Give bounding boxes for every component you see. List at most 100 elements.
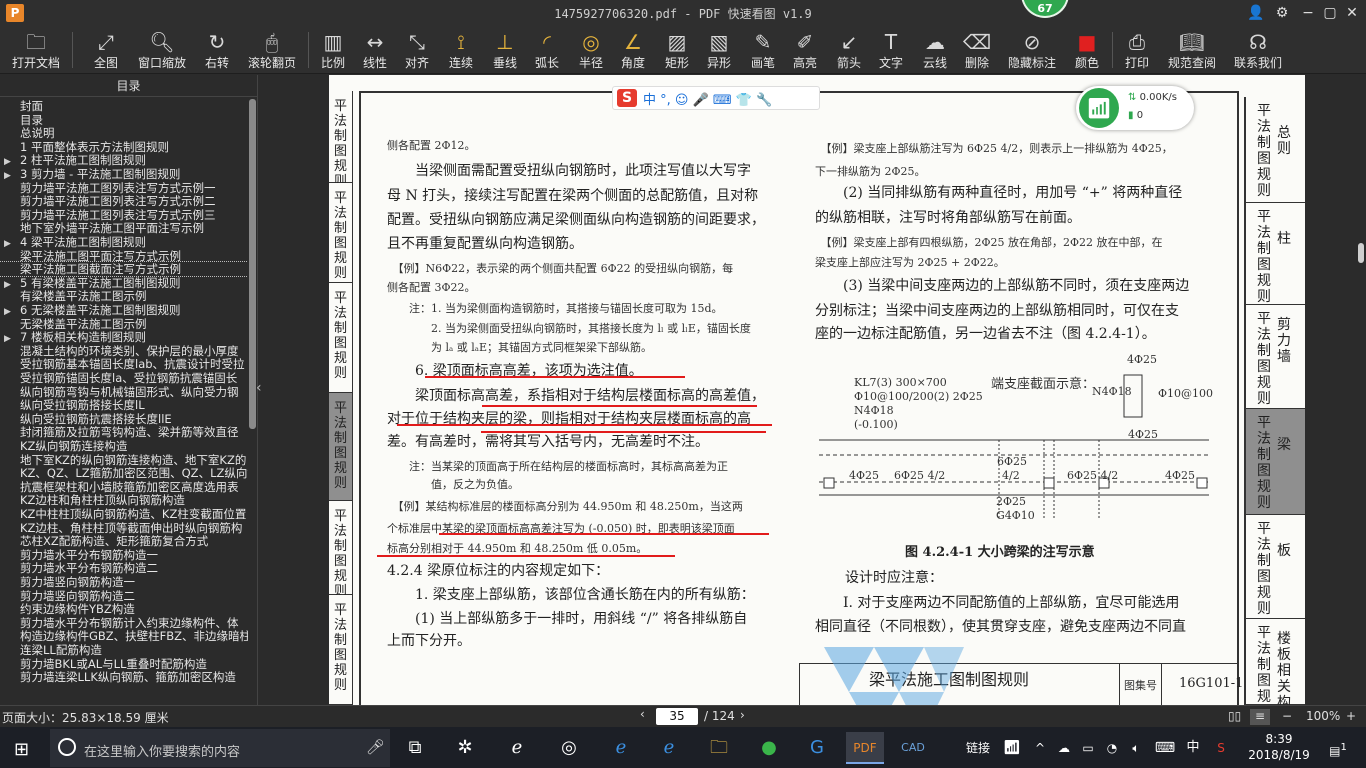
toc-item[interactable]: KZ边柱、角柱柱顶等截面伸出时纵向钢筋构 — [0, 521, 248, 535]
toc-item[interactable]: ▶ 2 柱平法施工图制图规则 — [0, 153, 248, 167]
toc-item[interactable]: 剪力墙竖向钢筋构造二 — [0, 589, 248, 603]
chat-app-icon[interactable]: ◎ — [550, 732, 588, 764]
toc-item[interactable]: 约束边缘构件YBZ构造 — [0, 602, 248, 616]
toc-item[interactable]: 1 平面整体表示方法制图规则 — [0, 140, 248, 154]
ie-browser-icon[interactable]: ℯ — [498, 732, 536, 764]
toc-item[interactable]: 地下室KZ的纵向钢筋连接构造、地下室KZ的 — [0, 453, 248, 467]
toc-item[interactable]: 梁平法施工图平面注写方式示例 — [0, 249, 248, 263]
sidebar-scroll-thumb[interactable] — [249, 99, 256, 429]
toc-item[interactable]: 剪力墙水平分布钢筋构造一 — [0, 548, 248, 562]
arc-length-button[interactable]: ◜ 弧长 — [532, 28, 562, 72]
rotate-right-button[interactable]: ↻ 右转 — [200, 28, 234, 72]
perpendicular-button[interactable]: ⊥ 垂线 — [490, 28, 520, 72]
expand-arrow-icon[interactable]: ▶ — [4, 332, 14, 344]
keyboard-icon[interactable]: ⌨ — [1150, 732, 1180, 764]
taskbar-clock[interactable]: 8:39 2018/8/19 — [1240, 731, 1318, 763]
toc-item[interactable]: KZ纵向钢筋连接构造 — [0, 439, 248, 453]
pinwheel-app-icon[interactable]: ✲ — [446, 732, 484, 764]
expand-arrow-icon[interactable]: ▶ — [4, 305, 14, 317]
ime-language-indicator[interactable]: 中 — [1180, 732, 1206, 764]
cad-app-icon[interactable]: CAD — [894, 732, 932, 764]
toc-item[interactable]: 无梁楼盖平法施工图示例 — [0, 317, 248, 331]
toc-item[interactable]: 剪力墙连梁LLK纵向钢筋、箍筋加密区构造 — [0, 670, 248, 684]
toc-item[interactable]: 封闭箍筋及拉筋弯钩构造、梁并筋等效直径 — [0, 425, 248, 439]
volume-icon[interactable]: 🔈︎ — [1124, 732, 1148, 764]
toc-item[interactable]: 剪力墙平法施工图列表注写方式示例一 — [0, 181, 248, 195]
task-view-icon[interactable]: ⧉ — [396, 732, 434, 764]
pdf-viewer-taskbar-icon[interactable]: PDF — [846, 732, 884, 764]
color-button[interactable]: ■ 颜色 — [1072, 28, 1102, 72]
network-tray-icon[interactable]: ◔ — [1100, 732, 1124, 764]
expand-arrow-icon[interactable]: ▶ — [4, 237, 14, 249]
search-placeholder[interactable]: 在这里输入你要搜索的内容 — [84, 741, 240, 760]
arrow-button[interactable]: ↙ 箭头 — [834, 28, 864, 72]
page-number-input[interactable]: 35 — [656, 708, 698, 725]
user-icon[interactable]: 👤 — [1244, 3, 1268, 23]
zoom-out-icon[interactable]: − — [1282, 709, 1292, 723]
continuous-measure-button[interactable]: ⟟ 连续 — [446, 28, 476, 72]
pen-button[interactable]: ✎ 画笔 — [748, 28, 778, 72]
toc-item[interactable]: 混凝土结构的环境类别、保护层的最小厚度 — [0, 344, 248, 358]
windows-start-icon[interactable]: ⊞ — [14, 739, 29, 760]
highlight-button[interactable]: ✐ 高亮 — [790, 28, 820, 72]
toc-item[interactable]: ▶ 5 有梁楼盖平法施工图制图规则 — [0, 276, 248, 290]
scale-button[interactable]: ▥ 比例 — [318, 28, 348, 72]
next-page-icon[interactable]: › — [740, 708, 745, 722]
collapse-sidebar-icon[interactable]: ‹ — [256, 380, 262, 396]
toc-item[interactable]: 纵向受拉钢筋搭接长度lL — [0, 398, 248, 412]
edge-browser-icon[interactable]: ℯ — [602, 732, 640, 764]
spec-lookup-button[interactable]: 📖︎ 规范查阅 — [1166, 28, 1218, 72]
toc-item[interactable]: 有梁楼盖平法施工图示例 — [0, 289, 248, 303]
ime-toolbar[interactable]: S 中 °, ☺ 🎤 ⌨ 👕 🔧 — [612, 86, 820, 110]
minimize-button[interactable]: − — [1296, 3, 1320, 23]
document-scroll-thumb[interactable] — [1358, 243, 1364, 263]
single-page-icon[interactable]: ≡ — [1250, 709, 1270, 725]
toc-item[interactable]: KZ边柱和角柱柱顶纵向钢筋构造 — [0, 493, 248, 507]
close-button[interactable]: ✕ — [1340, 3, 1364, 23]
cloud-tray-icon[interactable]: ☁ — [1052, 732, 1076, 764]
open-document-button[interactable]: 🗀 打开文档 — [8, 28, 64, 72]
ie-blue-icon[interactable]: ℯ — [650, 732, 688, 764]
show-hidden-icons[interactable]: ^ — [1028, 732, 1052, 764]
toc-item[interactable]: ▶ 3 剪力墙 - 平法施工图制图规则 — [0, 167, 248, 181]
toc-item[interactable]: 受拉钢筋锚固长度la、受拉钢筋抗震锚固长 — [0, 371, 248, 385]
toc-item[interactable]: KZ、QZ、LZ箍筋加密区范围、QZ、LZ纵向钢 — [0, 466, 248, 480]
toc-item[interactable]: 剪力墙竖向钢筋构造一 — [0, 575, 248, 589]
cloud-line-button[interactable]: ☁ 云线 — [920, 28, 950, 72]
green-app-icon[interactable]: ● — [750, 732, 788, 764]
rectangle-area-button[interactable]: ▨ 矩形 — [662, 28, 692, 72]
full-view-button[interactable]: ⤢ 全图 — [88, 28, 124, 72]
microphone-icon[interactable]: 🎤︎ — [366, 738, 385, 756]
toc-item[interactable]: 目录 — [0, 113, 248, 127]
toc-item[interactable]: 梁平法施工图截面注写方式示例 — [0, 261, 248, 278]
blue-g-app-icon[interactable]: G — [798, 732, 836, 764]
battery-tray-icon[interactable]: ▭ — [1076, 732, 1100, 764]
zoom-in-icon[interactable]: + — [1346, 709, 1356, 723]
contact-us-button[interactable]: ☊ 联系我们 — [1232, 28, 1284, 72]
linear-measure-button[interactable]: ↔ 线性 — [360, 28, 390, 72]
polygon-area-button[interactable]: ▧ 异形 — [704, 28, 734, 72]
wifi-tray-icon[interactable]: 📶︎ — [1000, 732, 1024, 764]
toc-item[interactable]: ▶ 4 梁平法施工图制图规则 — [0, 235, 248, 249]
toc-item[interactable]: 剪力墙水平分布钢筋计入约束边缘构件、体 — [0, 616, 248, 630]
ime-icons[interactable]: 中 °, ☺ 🎤 ⌨ 👕 🔧 — [643, 89, 772, 108]
file-explorer-icon[interactable]: 🗀 — [700, 732, 738, 764]
expand-arrow-icon[interactable]: ▶ — [4, 155, 14, 167]
toc-item[interactable]: 总说明 — [0, 126, 248, 140]
toc-item[interactable]: 剪力墙平法施工图列表注写方式示例三 — [0, 208, 248, 222]
toc-item[interactable]: 剪力墙BKL或AL与LL重叠时配筋构造 — [0, 657, 248, 671]
toc-item[interactable]: ▶ 6 无梁楼盖平法施工图制图规则 — [0, 303, 248, 317]
prev-page-icon[interactable]: ‹ — [640, 707, 645, 721]
toc-item[interactable]: 剪力墙平法施工图列表注写方式示例二 — [0, 194, 248, 208]
window-zoom-button[interactable]: 🔍︎ 窗口缩放 — [134, 28, 190, 72]
toc-item[interactable]: KZ中柱柱顶纵向钢筋构造、KZ柱变截面位置 — [0, 507, 248, 521]
document-scrollbar[interactable] — [1356, 75, 1366, 705]
hide-annotations-button[interactable]: ⊘ 隐藏标注 — [1006, 28, 1058, 72]
tray-link-label[interactable]: 链接 — [958, 732, 998, 764]
toc-item[interactable]: 纵向钢筋弯钩与机械锚固形式、纵向受力钢 — [0, 385, 248, 399]
wheel-page-button[interactable]: 🖱︎ 滚轮翻页 — [244, 28, 300, 72]
toc-item[interactable]: 芯柱XZ配筋构造、矩形箍筋复合方式 — [0, 534, 248, 548]
angle-button[interactable]: ∠ 角度 — [618, 28, 648, 72]
toc-item[interactable]: 抗震框架柱和小墙肢箍筋加密区高度选用表 — [0, 480, 248, 494]
toc-item[interactable]: 纵向受拉钢筋抗震搭接长度llE — [0, 412, 248, 426]
